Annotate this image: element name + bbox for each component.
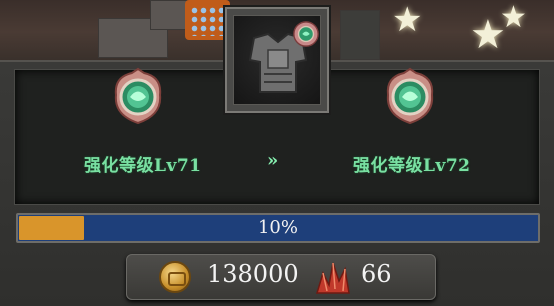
current-level-label: 强化等级Lv71	[84, 156, 202, 176]
scene-block	[150, 0, 190, 30]
green-gem-emblem-icon	[114, 67, 162, 125]
gold-cost: 138000	[207, 260, 299, 288]
equipment-slot-frame	[233, 15, 321, 105]
gold-coin-icon	[159, 261, 191, 293]
double-chevron-right-icon: »	[267, 150, 279, 171]
star-icon: ★	[392, 0, 423, 40]
progress-percent: 10%	[257, 217, 298, 238]
scene-dots	[190, 6, 224, 36]
scene-block	[340, 10, 380, 60]
next-level-label: 强化等级Lv72	[353, 156, 471, 176]
green-gem-emblem-icon	[386, 67, 434, 125]
enhance-progress-bar: 10%	[16, 213, 540, 243]
star-icon: ★	[500, 0, 527, 35]
crystal-cost: 66	[361, 260, 392, 288]
green-gem-emblem-icon	[293, 21, 319, 47]
enhance-cost: 138000 66	[126, 254, 436, 300]
equipment-slot[interactable]	[225, 7, 329, 113]
red-crystal-icon	[315, 262, 350, 294]
